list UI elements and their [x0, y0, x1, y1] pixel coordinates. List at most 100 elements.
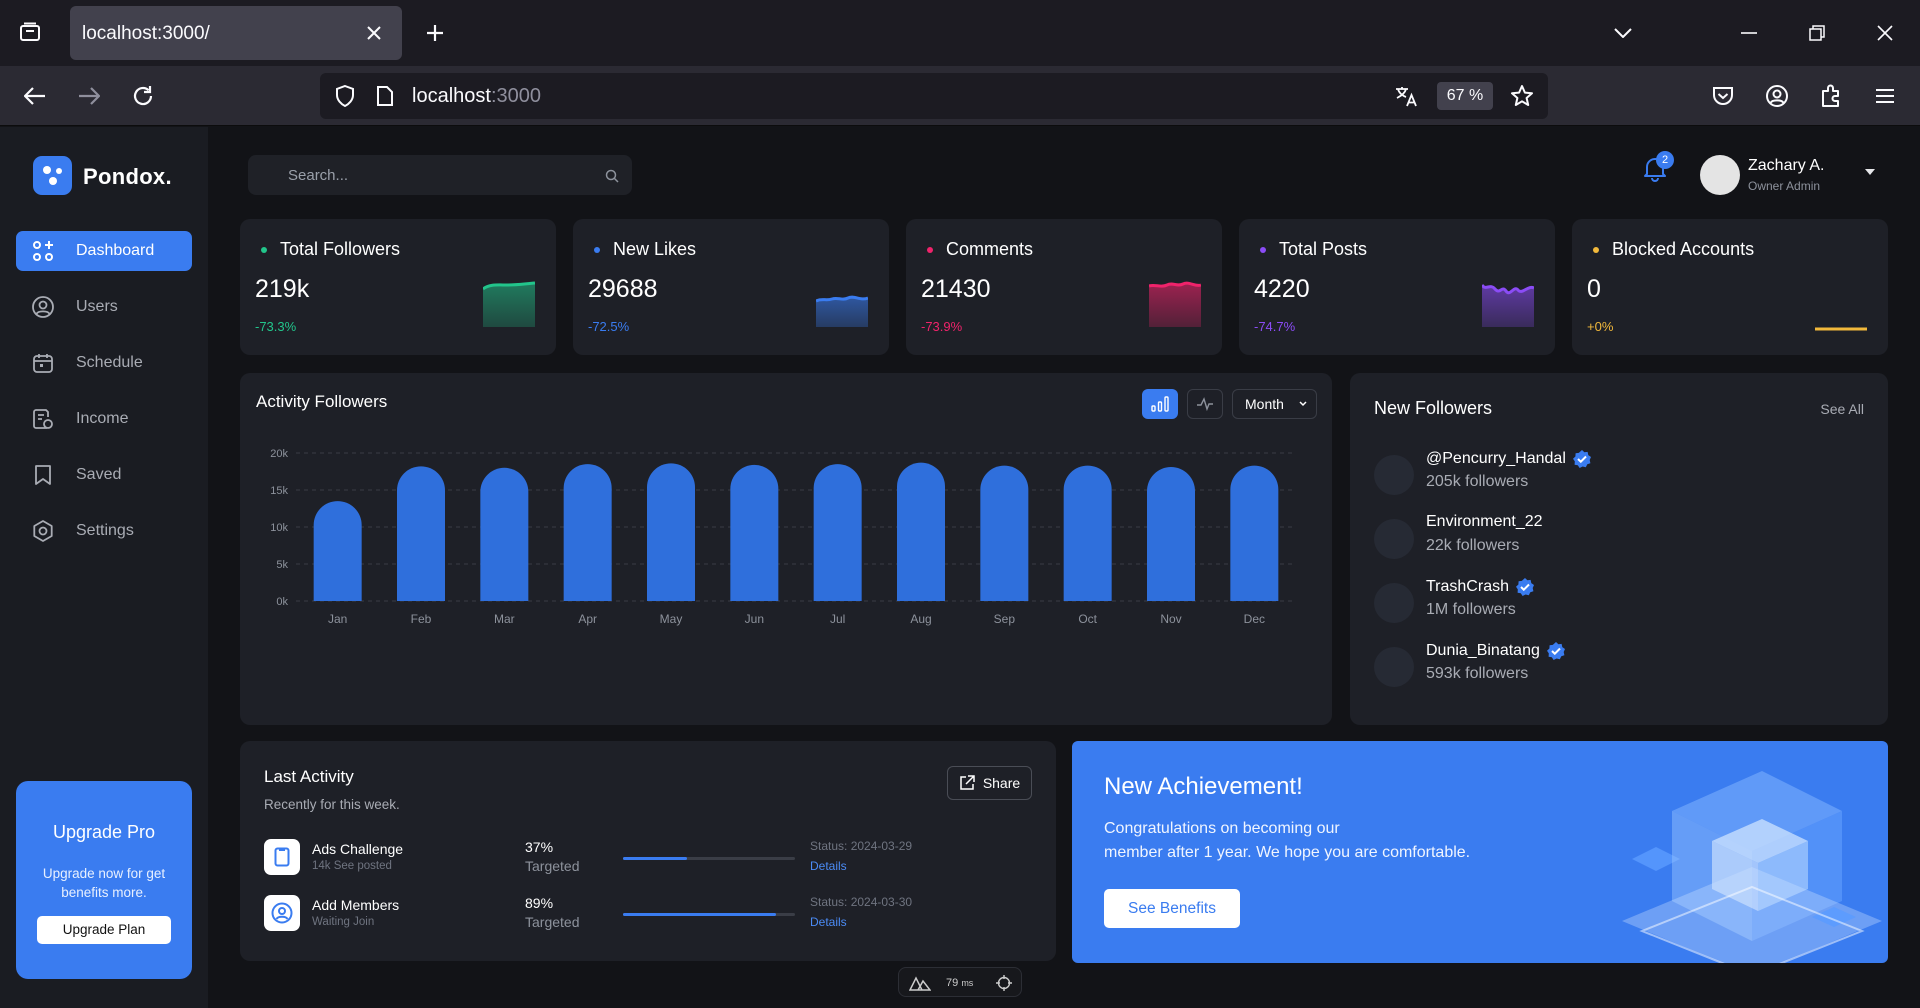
page-info-icon[interactable] — [372, 83, 398, 109]
details-link[interactable]: Details — [810, 859, 847, 873]
line-chart-icon — [1196, 397, 1214, 411]
restore-icon[interactable] — [1802, 18, 1832, 48]
bar-nov[interactable] — [1147, 467, 1195, 601]
list-tabs-icon[interactable] — [1608, 18, 1638, 48]
close-window-icon[interactable] — [1870, 18, 1900, 48]
line-chart-toggle[interactable] — [1187, 389, 1223, 419]
account-icon[interactable] — [1762, 81, 1792, 111]
stat-value: 29688 — [588, 275, 658, 303]
bar-sep[interactable] — [980, 465, 1029, 601]
bar-jul[interactable] — [813, 464, 862, 601]
brand-logo-icon — [33, 156, 72, 195]
follower-item[interactable]: Environment_22 22k followers — [1374, 511, 1854, 567]
menu-icon[interactable] — [1870, 81, 1900, 111]
address-bar[interactable]: localhost:3000 67 % — [320, 73, 1548, 119]
last-activity-title: Last Activity — [264, 767, 354, 786]
target-icon[interactable] — [996, 975, 1012, 991]
activity-target: Targeted — [525, 858, 580, 874]
tab-overview-icon[interactable] — [14, 16, 46, 48]
activity-target: Targeted — [525, 914, 580, 930]
bar-apr[interactable] — [563, 464, 612, 601]
upgrade-plan-button[interactable]: Upgrade Plan — [37, 916, 171, 944]
x-tick-label: Feb — [411, 612, 432, 626]
gear-icon — [32, 520, 54, 542]
stat-change: +0% — [1587, 319, 1614, 334]
shield-icon[interactable] — [332, 83, 358, 109]
extensions-icon[interactable] — [1816, 81, 1846, 111]
chevron-down-icon[interactable] — [1864, 168, 1876, 176]
bar-may[interactable] — [647, 463, 695, 601]
follower-name: Environment_22 — [1426, 513, 1543, 530]
pocket-icon[interactable] — [1708, 81, 1738, 111]
progress-bar — [623, 857, 795, 860]
bar-aug[interactable] — [897, 462, 945, 601]
sidebar-item-saved[interactable]: Saved — [16, 455, 192, 495]
follower-count: 205k followers — [1426, 473, 1529, 490]
back-icon[interactable] — [20, 81, 50, 111]
avatar — [1374, 583, 1414, 623]
bar-dec[interactable] — [1230, 465, 1279, 601]
document-icon — [264, 839, 300, 875]
search-placeholder: Search... — [288, 167, 349, 184]
follower-name: Dunia_Binatang — [1426, 641, 1566, 661]
browser-tab[interactable]: localhost:3000/ — [70, 6, 402, 60]
notification-badge: 2 — [1656, 151, 1674, 169]
avatar — [1374, 455, 1414, 495]
reload-icon[interactable] — [128, 81, 158, 111]
user-name[interactable]: Zachary A. — [1748, 157, 1824, 175]
bar-feb[interactable] — [397, 466, 445, 601]
status-dot — [594, 247, 600, 253]
bookmark-star-icon[interactable] — [1508, 83, 1536, 109]
sidebar: Pondox. Dashboard Users Schedule Income — [0, 127, 208, 1008]
activity-row[interactable]: Ads Challenge 14k See posted 37% Targete… — [264, 835, 1044, 879]
progress-bar — [623, 913, 795, 916]
status-dot — [261, 247, 267, 253]
stat-value: 219k — [255, 275, 310, 303]
zoom-level[interactable]: 67 % — [1437, 82, 1493, 110]
sidebar-item-dashboard[interactable]: Dashboard — [16, 231, 192, 271]
new-tab-icon[interactable] — [420, 18, 450, 48]
search-icon[interactable] — [604, 168, 620, 184]
details-link[interactable]: Details — [810, 915, 847, 929]
sidebar-item-label: Saved — [76, 466, 122, 483]
achievement-description: Congratulations on becoming our member a… — [1104, 820, 1471, 861]
stat-value: 0 — [1587, 275, 1601, 303]
bar-oct[interactable] — [1063, 465, 1112, 601]
x-tick-label: Jun — [745, 612, 764, 626]
bar-jan[interactable] — [313, 501, 362, 601]
activity-row[interactable]: Add Members Waiting Join 89% Targeted St… — [264, 891, 1044, 935]
avatar[interactable] — [1700, 155, 1740, 195]
search-input[interactable]: Search... — [248, 155, 632, 195]
activity-percent: 89% — [525, 895, 554, 911]
wallet-icon — [32, 408, 54, 430]
follower-item[interactable]: @Pencurry_Handal 205k followers — [1374, 447, 1854, 503]
user-circle-icon — [264, 895, 300, 931]
follower-item[interactable]: TrashCrash 1M followers — [1374, 575, 1854, 631]
minimize-icon[interactable] — [1734, 18, 1764, 48]
close-tab-icon[interactable] — [362, 21, 386, 45]
x-tick-label: Jul — [830, 612, 845, 626]
period-select[interactable]: Month — [1232, 389, 1317, 419]
sidebar-item-income[interactable]: Income — [16, 399, 192, 439]
perf-indicator[interactable]: 79 ms — [898, 967, 1022, 997]
share-button[interactable]: Share — [947, 766, 1032, 800]
see-all-link[interactable]: See All — [1820, 401, 1864, 417]
forward-icon[interactable] — [74, 81, 104, 111]
period-value: Month — [1245, 396, 1284, 412]
stat-card-total-posts: Total Posts 4220 -74.7% — [1239, 219, 1555, 355]
translate-icon[interactable] — [1392, 83, 1420, 109]
stat-card-blocked-accounts: Blocked Accounts 0 +0% — [1572, 219, 1888, 355]
bar-mar[interactable] — [480, 467, 529, 601]
verified-badge-icon — [1515, 577, 1535, 597]
dashboard-icon — [32, 240, 54, 262]
user-role: Owner Admin — [1748, 179, 1821, 193]
see-benefits-button[interactable]: See Benefits — [1104, 889, 1240, 928]
bar-chart-toggle[interactable] — [1142, 389, 1178, 419]
sidebar-item-settings[interactable]: Settings — [16, 511, 192, 551]
status-dot — [1593, 247, 1599, 253]
sidebar-item-users[interactable]: Users — [16, 287, 192, 327]
bar-jun[interactable] — [730, 464, 779, 601]
sidebar-item-schedule[interactable]: Schedule — [16, 343, 192, 383]
follower-item[interactable]: Dunia_Binatang 593k followers — [1374, 639, 1854, 695]
activity-status: Status: 2024-03-29 — [810, 839, 913, 853]
